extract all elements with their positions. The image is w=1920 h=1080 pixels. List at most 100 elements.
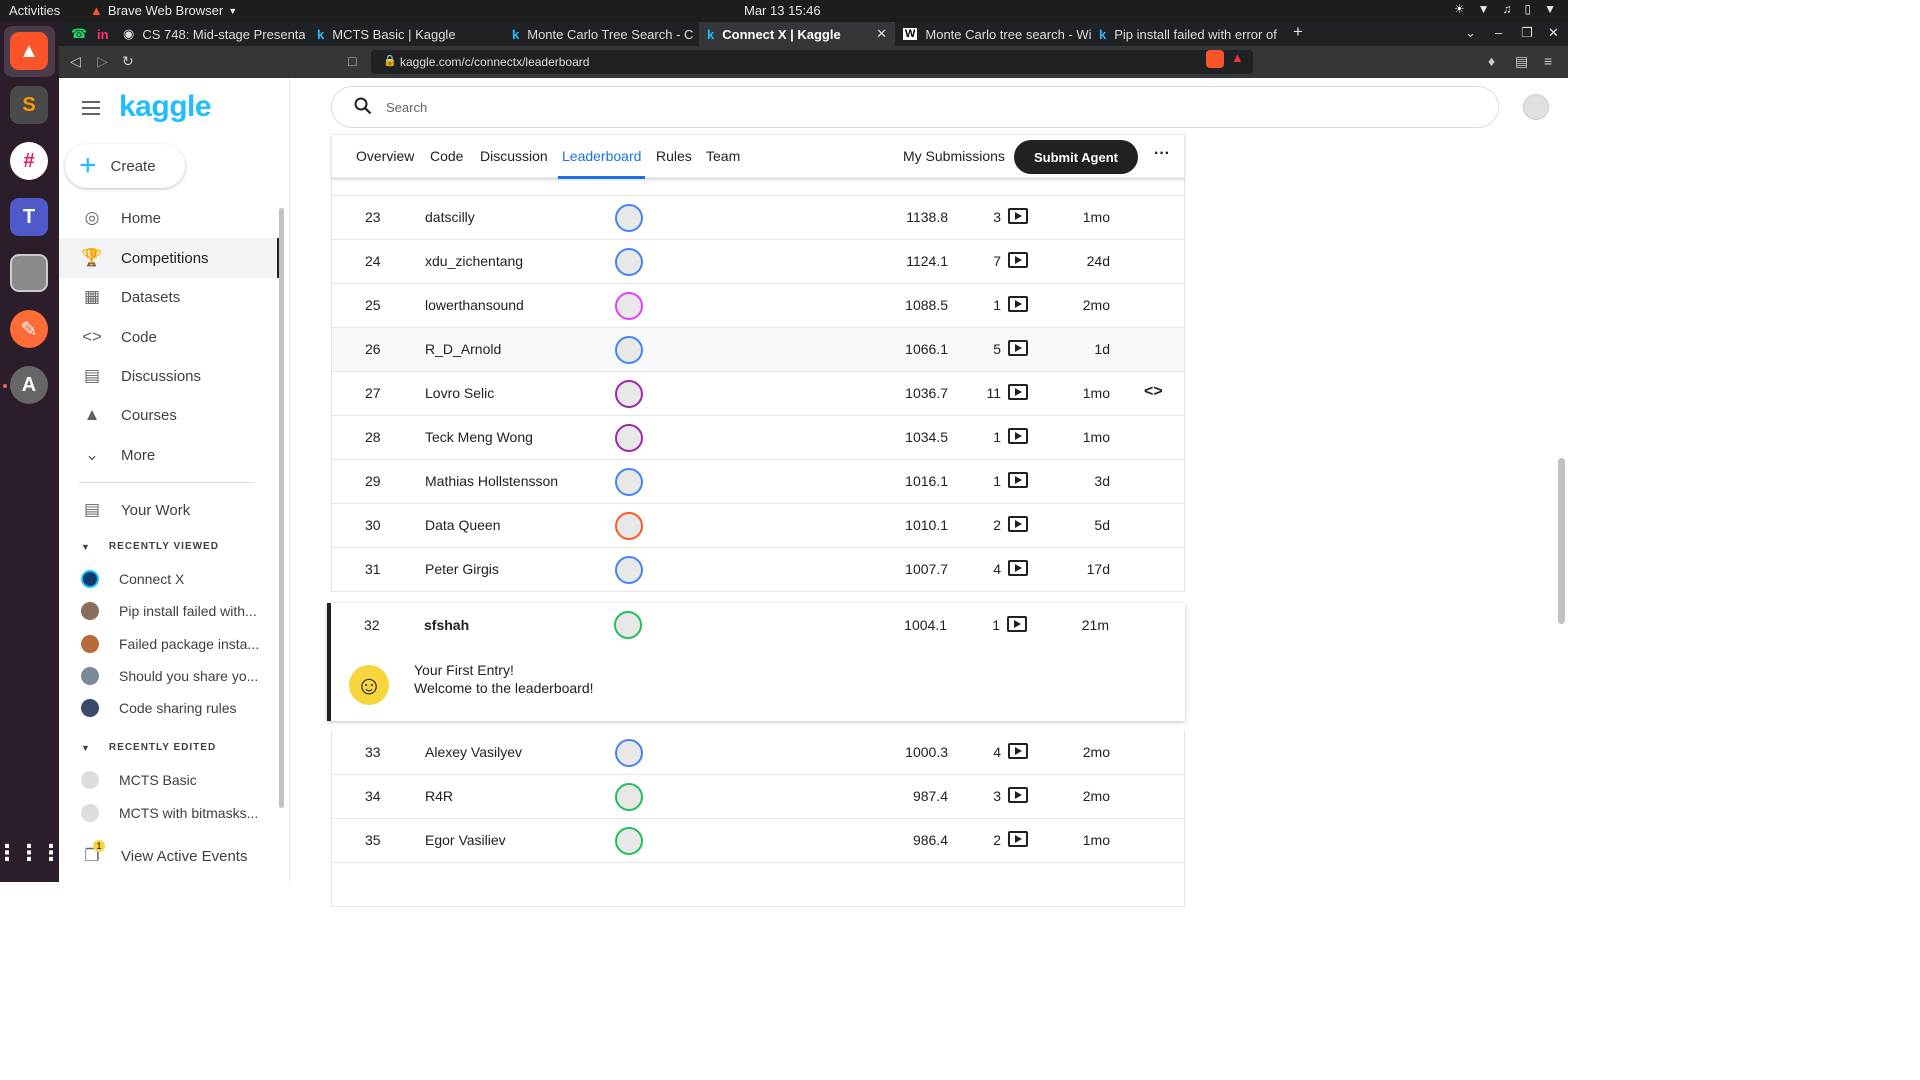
search-input[interactable]: Search xyxy=(386,100,427,115)
brave-browser-icon[interactable]: ▲ xyxy=(10,32,48,70)
forward-icon[interactable]: ▷ xyxy=(97,53,108,70)
postman-icon[interactable]: ✎ xyxy=(10,310,48,348)
user-avatar[interactable] xyxy=(1523,94,1549,120)
sidebar-item-more[interactable]: ⌄ More xyxy=(59,435,277,475)
play-icon[interactable] xyxy=(1008,787,1028,803)
sidebar-item-your-work[interactable]: ▤ Your Work xyxy=(59,490,277,530)
recent-item-should-you-share[interactable]: Should you share yo... xyxy=(81,667,258,685)
show-apps-icon[interactable]: ⋮⋮⋮ xyxy=(0,834,62,872)
team-name[interactable]: datscilly xyxy=(425,209,475,225)
scrollbar-thumb[interactable] xyxy=(1558,458,1565,624)
play-icon[interactable] xyxy=(1008,743,1028,759)
avatar[interactable] xyxy=(615,739,643,767)
table-row[interactable]: 31 Peter Girgis 1007.7 4 17d xyxy=(331,548,1185,592)
play-icon[interactable] xyxy=(1008,296,1028,312)
page-scrollbar[interactable] xyxy=(1556,134,1568,882)
table-row[interactable]: 27 Lovro Selic 1036.7 11 1mo <> xyxy=(331,372,1185,416)
table-row[interactable]: 28 Teck Meng Wong 1034.5 1 1mo xyxy=(331,416,1185,460)
hamburger-icon[interactable] xyxy=(82,101,100,119)
team-name[interactable]: lowerthansound xyxy=(425,297,524,313)
team-name[interactable]: sfshah xyxy=(424,617,469,633)
table-row[interactable]: 34 R4R 987.4 3 2mo xyxy=(331,775,1185,819)
play-icon[interactable] xyxy=(1008,560,1028,576)
tab-pip-install[interactable]: k Pip install failed with error of xyxy=(1091,22,1281,46)
table-row[interactable]: 25 lowerthansound 1088.5 1 2mo xyxy=(331,284,1185,328)
play-icon[interactable] xyxy=(1008,252,1028,268)
avatar[interactable] xyxy=(615,468,643,496)
my-submissions-link[interactable]: My Submissions xyxy=(903,148,1005,164)
team-name[interactable]: R4R xyxy=(425,788,453,804)
files-icon[interactable] xyxy=(10,254,48,292)
brave-rewards-icon[interactable]: ▲ xyxy=(1231,50,1249,68)
kaggle-logo[interactable]: kaggle xyxy=(119,90,212,124)
create-button[interactable]: + Create xyxy=(65,144,185,188)
avatar[interactable] xyxy=(615,827,643,855)
play-icon[interactable] xyxy=(1008,340,1028,356)
tab-leaderboard[interactable]: Leaderboard xyxy=(557,148,646,179)
team-name[interactable]: Mathias Hollstensson xyxy=(425,473,558,489)
sidebar-scrollbar[interactable] xyxy=(277,200,286,840)
tab-overview[interactable]: Overview xyxy=(356,148,414,164)
tab-team[interactable]: Team xyxy=(706,148,740,164)
teams-icon[interactable]: T xyxy=(10,198,48,236)
play-icon[interactable] xyxy=(1008,428,1028,444)
close-tab-icon[interactable]: ✕ xyxy=(876,26,887,42)
maximize-icon[interactable]: ❐ xyxy=(1521,25,1533,41)
play-icon[interactable] xyxy=(1007,616,1027,632)
bookmark-icon[interactable]: □ xyxy=(348,53,356,69)
tab-list-icon[interactable]: ⌄ xyxy=(1465,25,1476,41)
avatar[interactable] xyxy=(615,512,643,540)
menu-icon[interactable]: ≡ xyxy=(1544,53,1552,69)
recent-item-mcts-basic[interactable]: MCTS Basic xyxy=(81,771,197,789)
tab-mcts-basic[interactable]: k MCTS Basic | Kaggle xyxy=(309,22,499,46)
recently-viewed-header[interactable]: ▼ RECENTLY VIEWED xyxy=(81,541,219,552)
recently-edited-header[interactable]: ▼ RECENTLY EDITED xyxy=(81,742,216,753)
sidebar-item-courses[interactable]: ▲ Courses xyxy=(59,395,277,435)
tab-connect-x[interactable]: k Connect X | Kaggle ✕ xyxy=(699,22,895,46)
submit-agent-button[interactable]: Submit Agent xyxy=(1014,140,1138,174)
tab-whatsapp[interactable]: ☎ xyxy=(63,22,87,46)
extensions-icon[interactable]: ♦ xyxy=(1488,53,1495,69)
avatar[interactable] xyxy=(615,204,643,232)
table-row[interactable]: 24 xdu_zichentang 1124.1 7 24d xyxy=(331,240,1185,284)
tab-code[interactable]: Code xyxy=(430,148,463,164)
team-name[interactable]: Peter Girgis xyxy=(425,561,499,577)
team-name[interactable]: Teck Meng Wong xyxy=(425,429,533,445)
avatar[interactable] xyxy=(614,611,642,639)
scrollbar-thumb[interactable] xyxy=(279,208,284,808)
brave-shield-icon[interactable] xyxy=(1206,50,1224,68)
recent-item-failed-package[interactable]: Failed package insta... xyxy=(81,635,259,653)
team-name[interactable]: Egor Vasiliev xyxy=(425,832,506,848)
recent-item-mcts-bitmasks[interactable]: MCTS with bitmasks... xyxy=(81,804,258,822)
sidebar-item-discussions[interactable]: ▤ Discussions xyxy=(59,356,277,396)
clock[interactable]: Mar 13 15:46 xyxy=(744,3,821,18)
recent-item-connect-x[interactable]: Connect X xyxy=(81,570,184,588)
sidebar-item-home[interactable]: ◎ Home xyxy=(59,198,277,238)
sidebar-item-competitions[interactable]: 🏆 Competitions xyxy=(59,238,281,278)
activities-button[interactable]: Activities xyxy=(9,3,60,18)
slack-icon[interactable]: # xyxy=(10,142,48,180)
play-icon[interactable] xyxy=(1008,831,1028,847)
team-name[interactable]: xdu_zichentang xyxy=(425,253,523,269)
team-name[interactable]: Data Queen xyxy=(425,517,501,533)
table-row[interactable]: 30 Data Queen 1010.1 2 5d xyxy=(331,504,1185,548)
play-icon[interactable] xyxy=(1008,516,1028,532)
reload-icon[interactable]: ↻ xyxy=(122,53,134,70)
table-row[interactable]: 26 R_D_Arnold 1066.1 5 1d xyxy=(331,328,1185,372)
table-row[interactable]: 23 datscilly 1138.8 3 1mo xyxy=(331,196,1185,240)
wallet-icon[interactable]: ▤ xyxy=(1515,53,1528,70)
search-bar[interactable]: Search xyxy=(331,86,1499,128)
tab-cs748[interactable]: ◉ CS 748: Mid-stage Presentatio xyxy=(115,22,305,46)
avatar[interactable] xyxy=(615,380,643,408)
team-name[interactable]: Alexey Vasilyev xyxy=(425,744,522,760)
new-tab-button[interactable]: + xyxy=(1293,22,1303,42)
tab-rules[interactable]: Rules xyxy=(656,148,692,164)
sublime-text-icon[interactable]: S xyxy=(10,86,48,124)
play-icon[interactable] xyxy=(1008,208,1028,224)
tab-discussion[interactable]: Discussion xyxy=(480,148,548,164)
more-options-icon[interactable]: ··· xyxy=(1154,145,1170,163)
recent-item-code-sharing[interactable]: Code sharing rules xyxy=(81,699,237,717)
play-icon[interactable] xyxy=(1008,384,1028,400)
avatar[interactable] xyxy=(615,424,643,452)
avatar[interactable] xyxy=(615,336,643,364)
